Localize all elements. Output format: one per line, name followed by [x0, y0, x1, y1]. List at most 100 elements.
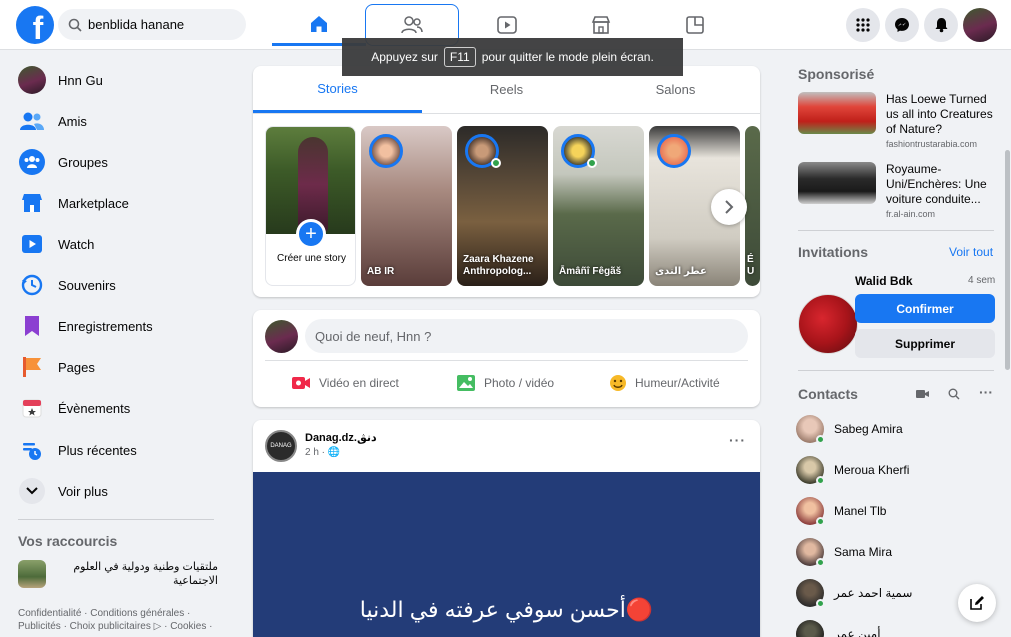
ad-item[interactable]: Has Loewe Turned us all into Creatures o… — [798, 92, 998, 149]
friends-icon — [401, 16, 423, 34]
invitation-name[interactable]: Walid Bdk — [855, 274, 913, 288]
online-indicator — [816, 435, 825, 444]
story-card[interactable]: AB IR — [361, 126, 452, 286]
story-card[interactable]: É U — [745, 126, 760, 286]
right-divider — [798, 230, 994, 231]
post-author-name[interactable]: Danag.dz.دنڨ — [305, 431, 377, 444]
right-divider — [798, 370, 994, 371]
chevron-down-icon — [19, 478, 45, 504]
scrollbar-thumb[interactable] — [1005, 150, 1010, 370]
feeling-button[interactable]: Humeur/Activité — [609, 368, 720, 398]
online-indicator — [491, 158, 501, 168]
home-icon — [311, 15, 327, 32]
ad-item[interactable]: Royaume-Uni/Enchères: Une voiture condui… — [798, 162, 998, 219]
confirm-button[interactable]: Confirmer — [855, 294, 995, 323]
sidebar-item-label: Amis — [58, 113, 87, 129]
left-sidebar: Hnn Gu Amis Groupes Marketplace Watch So… — [0, 50, 240, 637]
sidebar-item-marketplace[interactable]: Marketplace — [8, 183, 228, 223]
sidebar-item-profile[interactable]: Hnn Gu — [8, 60, 228, 100]
contact-avatar — [796, 579, 825, 608]
online-indicator — [816, 558, 825, 567]
shortcut-thumbnail — [18, 560, 46, 588]
post-image[interactable]: 🔴أحسن سوفي عرفته في الدنيا ... ... — [253, 472, 760, 637]
account-avatar[interactable] — [963, 8, 997, 42]
story-name: AB IR — [367, 266, 395, 277]
sidebar-item-label: Souvenirs — [58, 277, 116, 293]
pages-icon — [18, 353, 46, 381]
online-indicator — [587, 158, 597, 168]
story-avatar — [369, 134, 403, 168]
sidebar-item-memories[interactable]: Souvenirs — [8, 265, 228, 305]
notifications-button[interactable] — [924, 8, 958, 42]
shortcut-item[interactable]: ملتقيات وطنية ودولية في العلوم الاجتماعي… — [18, 560, 218, 588]
recent-icon — [18, 436, 46, 464]
ad-title: Royaume-Uni/Enchères: Une voiture condui… — [886, 162, 987, 206]
see-more-icon-wrap — [18, 477, 46, 505]
sidebar-item-friends[interactable]: Amis — [8, 101, 228, 141]
story-card[interactable]: Zaara Khazene Anthropolog... — [457, 126, 548, 286]
page-scrollbar[interactable] — [1004, 50, 1011, 637]
shortcut-label: ملتقيات وطنية ودولية في العلوم الاجتماعي… — [73, 561, 218, 587]
plus-icon[interactable]: + — [296, 219, 326, 249]
live-video-icon — [292, 377, 310, 389]
toast-key: F11 — [443, 47, 476, 67]
video-call-icon[interactable] — [916, 389, 930, 399]
contact-item[interactable]: Sabeg Amira — [796, 411, 996, 447]
facebook-logo[interactable]: f — [16, 6, 54, 44]
profile-avatar — [18, 66, 46, 94]
sidebar-item-recent[interactable]: Plus récentes — [8, 430, 228, 470]
search-input[interactable] — [88, 17, 238, 32]
post-author-avatar[interactable]: DANAG — [265, 430, 297, 462]
live-video-button[interactable]: Vidéo en direct — [291, 368, 399, 398]
contacts-more-icon[interactable]: ··· — [979, 384, 993, 400]
invitations-title: Invitations — [798, 244, 869, 260]
story-card[interactable]: Āmâñî Fêgãš — [553, 126, 644, 286]
stories-next-button[interactable] — [711, 189, 747, 225]
post-more-button[interactable]: ··· — [729, 432, 746, 448]
sidebar-item-saved[interactable]: Enregistrements — [8, 306, 228, 346]
sidebar-item-see-more[interactable]: Voir plus — [8, 471, 228, 511]
watch-icon — [497, 16, 517, 34]
contact-item[interactable]: Manel Tlb — [796, 493, 996, 529]
events-icon — [18, 394, 46, 422]
contact-name: سمية احمد عمر — [834, 586, 913, 600]
toast-text-after: pour quitter le mode plein écran. — [481, 50, 654, 64]
new-message-button[interactable] — [958, 584, 996, 622]
sidebar-item-watch[interactable]: Watch — [8, 224, 228, 264]
messenger-button[interactable] — [885, 8, 919, 42]
grid-menu-icon — [856, 18, 870, 32]
story-figure — [298, 137, 328, 232]
sidebar-item-groups[interactable]: Groupes — [8, 142, 228, 182]
post-image-text-2: ... ... — [253, 627, 760, 637]
ad-thumbnail — [798, 92, 876, 134]
story-name: Zaara Khazene Anthropolog... — [463, 254, 534, 277]
contact-avatar — [796, 620, 824, 637]
sidebar-item-label: Voir plus — [58, 483, 108, 499]
sidebar-item-label: Marketplace — [58, 195, 129, 211]
chevron-right-icon — [725, 200, 734, 214]
invitation-time: 4 sem — [968, 275, 996, 286]
messenger-icon — [895, 18, 909, 32]
post-image-text: 🔴أحسن سوفي عرفته في الدنيا — [359, 597, 654, 622]
create-story-card[interactable]: + Créer une story — [265, 126, 356, 286]
search-box[interactable] — [58, 9, 246, 40]
online-indicator — [816, 599, 825, 608]
search-icon[interactable] — [948, 388, 960, 400]
see-all-link[interactable]: Voir tout — [949, 245, 993, 259]
invitation-avatar[interactable] — [798, 294, 858, 354]
footer-links[interactable]: Confidentialité · Conditions générales ·… — [18, 607, 228, 633]
contact-item[interactable]: Meroua Kherfi — [796, 452, 996, 488]
contact-item[interactable]: Sama Mira — [796, 534, 996, 570]
contacts-title: Contacts — [798, 386, 858, 402]
story-name: عطر الندى — [655, 266, 707, 277]
sidebar-item-label: Évènements — [58, 400, 131, 416]
post-timestamp[interactable]: 2 h · 🌐 — [305, 447, 340, 458]
story-name: É U — [747, 254, 755, 277]
sidebar-item-pages[interactable]: Pages — [8, 347, 228, 387]
delete-button[interactable]: Supprimer — [855, 329, 995, 358]
photo-video-button[interactable]: Photo / vidéo — [456, 368, 554, 398]
menu-button[interactable] — [846, 8, 880, 42]
composer-input[interactable]: Quoi de neuf, Hnn ? — [305, 319, 748, 353]
composer-avatar[interactable] — [265, 320, 298, 353]
sidebar-item-events[interactable]: Évènements — [8, 388, 228, 428]
